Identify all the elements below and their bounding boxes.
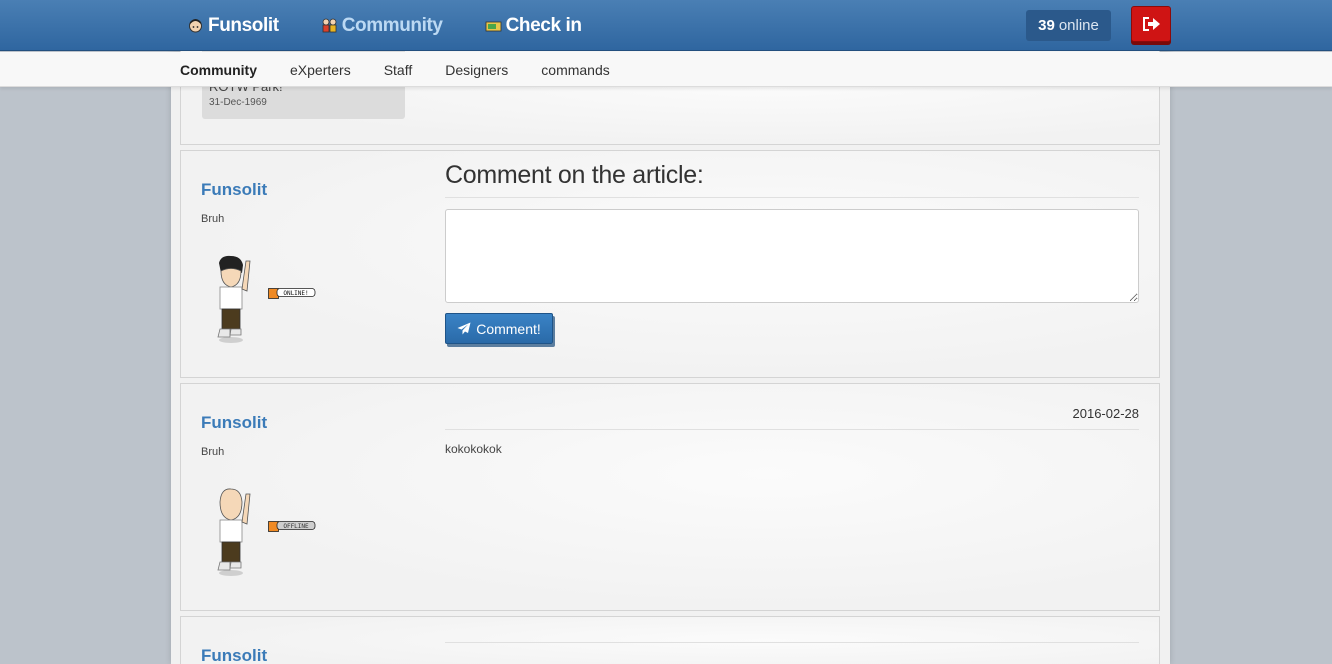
comment-date: 2016-02-28 [1072, 406, 1140, 421]
comment-item: Funsolit [180, 616, 1160, 664]
username-link[interactable]: Funsolit [201, 180, 267, 200]
news-card-date: 31-Dec-1969 [209, 97, 267, 108]
comment-divider [445, 429, 1139, 430]
sub-navbar: Community eXperters Staff Designers comm… [0, 52, 1332, 87]
comment-form-heading: Comment on the article: [445, 161, 704, 189]
subnav-item-designers[interactable]: Designers [445, 62, 508, 78]
subnav-item-experters[interactable]: eXperters [290, 62, 351, 78]
nav-item-funsolit[interactable]: Funsolit [187, 15, 279, 37]
username-link[interactable]: Funsolit [201, 413, 267, 433]
username-link[interactable]: Funsolit [201, 646, 267, 664]
content-container: ROTW Park! 31-Dec-1969 Funsolit Bruh [171, 47, 1170, 664]
online-status-badge: ONLINE! [268, 284, 316, 300]
online-count-badge: 39 online [1026, 10, 1111, 41]
community-icon [321, 17, 338, 34]
comment-divider [445, 642, 1139, 643]
subnav-item-community[interactable]: Community [180, 62, 257, 78]
subnav-list: Community eXperters Staff Designers comm… [180, 52, 643, 87]
heading-divider [445, 197, 1139, 198]
top-navbar: Funsolit Community Check in 39 online [0, 0, 1332, 51]
comment-textarea[interactable] [445, 209, 1139, 303]
nav-item-label: Community [341, 14, 443, 36]
nav-item-community[interactable]: Community [321, 15, 443, 37]
logout-button[interactable] [1131, 6, 1171, 42]
offline-status-badge: OFFLINE [268, 517, 316, 533]
logout-icon [1143, 17, 1160, 31]
comment-submit-button[interactable]: Comment! [445, 313, 553, 344]
comment-button-label: Comment! [476, 320, 541, 337]
status-badge-text: OFFLINE [283, 523, 309, 530]
main-nav: Funsolit Community Check in [187, 0, 624, 51]
paper-plane-icon [457, 322, 471, 335]
nav-item-label: Check in [505, 14, 582, 36]
user-motto: Bruh [201, 446, 225, 458]
status-badge-text: ONLINE! [283, 290, 308, 297]
avatar-head-icon [187, 17, 204, 34]
subnav-item-commands[interactable]: commands [541, 62, 609, 78]
nav-item-check-in[interactable]: Check in [485, 15, 582, 37]
comment-item: Funsolit Bruh OFFLINE 2016-02-28 kokokok… [180, 383, 1160, 611]
user-motto: Bruh [201, 213, 225, 225]
ticket-icon [485, 17, 502, 34]
comment-body: kokokokok [445, 442, 502, 456]
nav-item-label: Funsolit [208, 14, 279, 36]
avatar [213, 486, 259, 576]
online-label: online [1058, 17, 1099, 34]
comment-form-panel: Funsolit Bruh ONLINE! Comment on the art… [180, 150, 1160, 378]
avatar [213, 253, 259, 343]
subnav-item-staff[interactable]: Staff [384, 62, 413, 78]
online-count: 39 [1038, 17, 1055, 34]
